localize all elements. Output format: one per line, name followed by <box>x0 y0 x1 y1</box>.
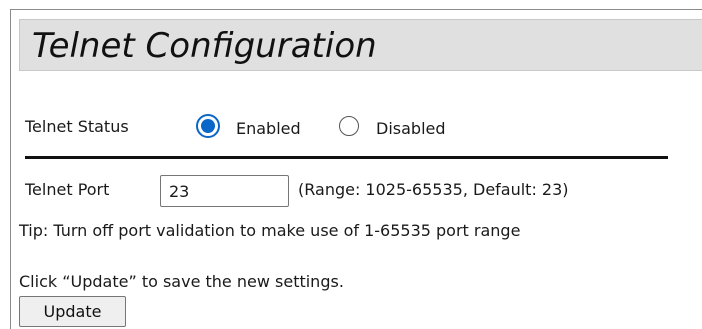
enabled-radio[interactable] <box>196 114 220 138</box>
section-divider <box>25 156 668 159</box>
port-range-hint: (Range: 1025-65535, Default: 23) <box>298 180 569 199</box>
telnet-status-label: Telnet Status <box>25 117 129 136</box>
disabled-radio-label[interactable]: Disabled <box>376 119 446 138</box>
page-title: Telnet Configuration <box>32 26 377 66</box>
frame-left-border <box>10 9 11 329</box>
frame-top-border <box>10 9 702 10</box>
update-button[interactable]: Update <box>19 296 126 327</box>
enabled-radio-label[interactable]: Enabled <box>236 119 301 138</box>
radio-selected-dot <box>201 119 215 133</box>
disabled-radio[interactable] <box>339 116 359 136</box>
telnet-port-input[interactable] <box>160 175 289 207</box>
title-bar: Telnet Configuration <box>19 19 702 71</box>
telnet-port-label: Telnet Port <box>25 180 110 199</box>
update-instruction: Click “Update” to save the new settings. <box>19 272 344 291</box>
tip-text: Tip: Turn off port validation to make us… <box>19 221 521 240</box>
